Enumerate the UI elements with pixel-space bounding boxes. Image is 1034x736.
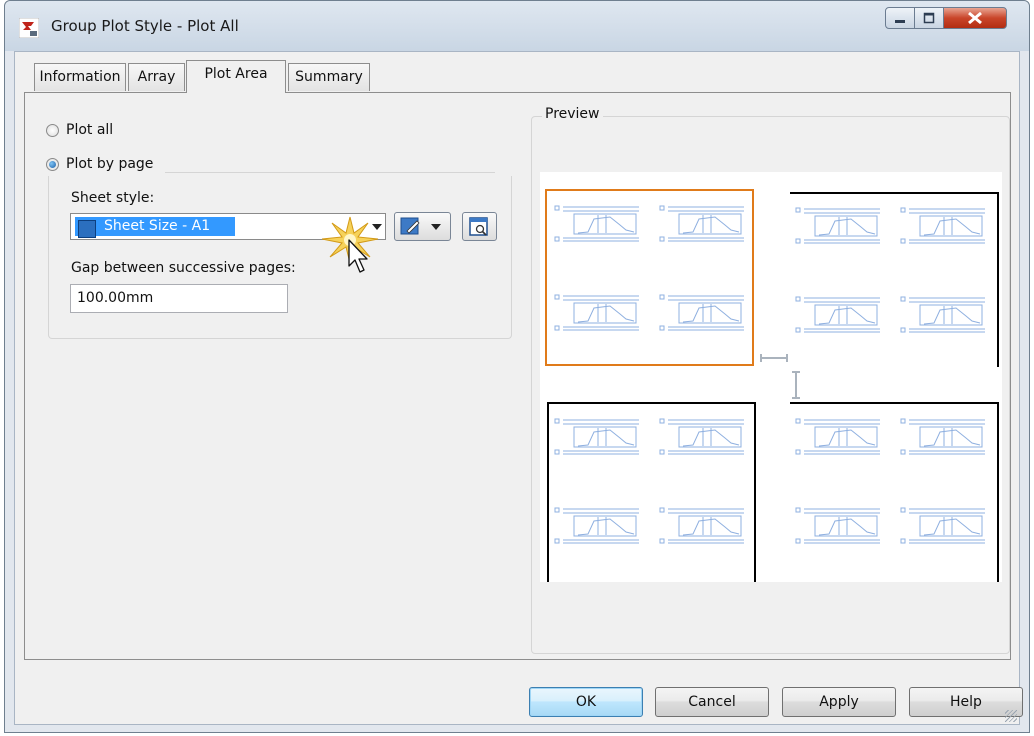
preview-page-bottom-left [547,402,756,582]
mini-chart-icon [900,507,985,544]
apply-button[interactable]: Apply [782,687,896,717]
mini-chart-icon [554,294,639,331]
tab-array[interactable]: Array [128,63,185,91]
mini-chart-icon [554,418,639,455]
mini-chart-icon [900,296,985,333]
mouse-cursor-icon [348,239,368,273]
preview-magnifier-icon [469,217,488,236]
vertical-gap-icon [792,371,800,399]
mini-chart-icon [659,205,744,242]
preview-page-bottom-right [790,402,999,582]
minimize-icon [895,20,905,23]
selected-sheet-style: Sheet Size - A1 [75,217,235,238]
mini-chart-icon [795,207,880,244]
gap-input[interactable]: 100.00mm [70,284,288,313]
dialog-window: Group Plot Style - Plot All Information … [4,0,1030,733]
plot-by-page-label: Plot by page [66,156,154,172]
maximize-icon [923,12,935,24]
mini-chart-icon [554,507,639,544]
mini-chart-icon [795,418,880,455]
mini-chart-icon [659,294,744,331]
maximize-button[interactable] [914,7,944,29]
app-icon [19,18,39,38]
mini-chart-icon [795,296,880,333]
plot-all-option[interactable]: Plot all [46,120,113,140]
cancel-button[interactable]: Cancel [655,687,769,717]
close-button[interactable] [943,7,1007,29]
preview-page-top-right [790,192,999,367]
mini-chart-icon [659,507,744,544]
edit-style-icon [400,217,441,235]
window-title: Group Plot Style - Plot All [51,17,239,35]
tab-information[interactable]: Information [34,63,126,91]
gap-label: Gap between successive pages: [71,260,296,276]
tab-summary[interactable]: Summary [288,63,370,91]
close-icon [968,11,982,25]
sheet-style-icon [78,220,96,238]
minimize-button[interactable] [885,7,915,29]
plot-all-label: Plot all [66,122,114,138]
title-bar[interactable]: Group Plot Style - Plot All [5,1,1029,51]
sheet-style-label: Sheet style: [71,190,155,206]
mini-chart-icon [659,418,744,455]
preview-style-button[interactable] [462,212,497,241]
preview-canvas [540,172,1002,582]
group-divider [165,172,495,173]
preview-label: Preview [542,106,603,122]
mini-chart-icon [554,205,639,242]
plot-by-page-option[interactable]: Plot by page [46,154,153,174]
ok-button[interactable]: OK [529,687,643,717]
sheet-style-value: Sheet Size - A1 [104,218,211,234]
plot-all-radio[interactable] [46,123,59,137]
resize-grip-icon[interactable] [1005,710,1017,722]
horizontal-gap-icon [760,354,788,362]
dialog-client-area: Information Array Plot Area Summary Plot… [14,51,1023,725]
plot-by-page-radio[interactable] [46,157,59,171]
mini-chart-icon [900,207,985,244]
mini-chart-icon [795,507,880,544]
tab-plot-area[interactable]: Plot Area [186,60,286,93]
mini-chart-icon [900,418,985,455]
preview-page-top-left [545,189,754,366]
edit-sheet-style-button[interactable] [394,212,451,241]
